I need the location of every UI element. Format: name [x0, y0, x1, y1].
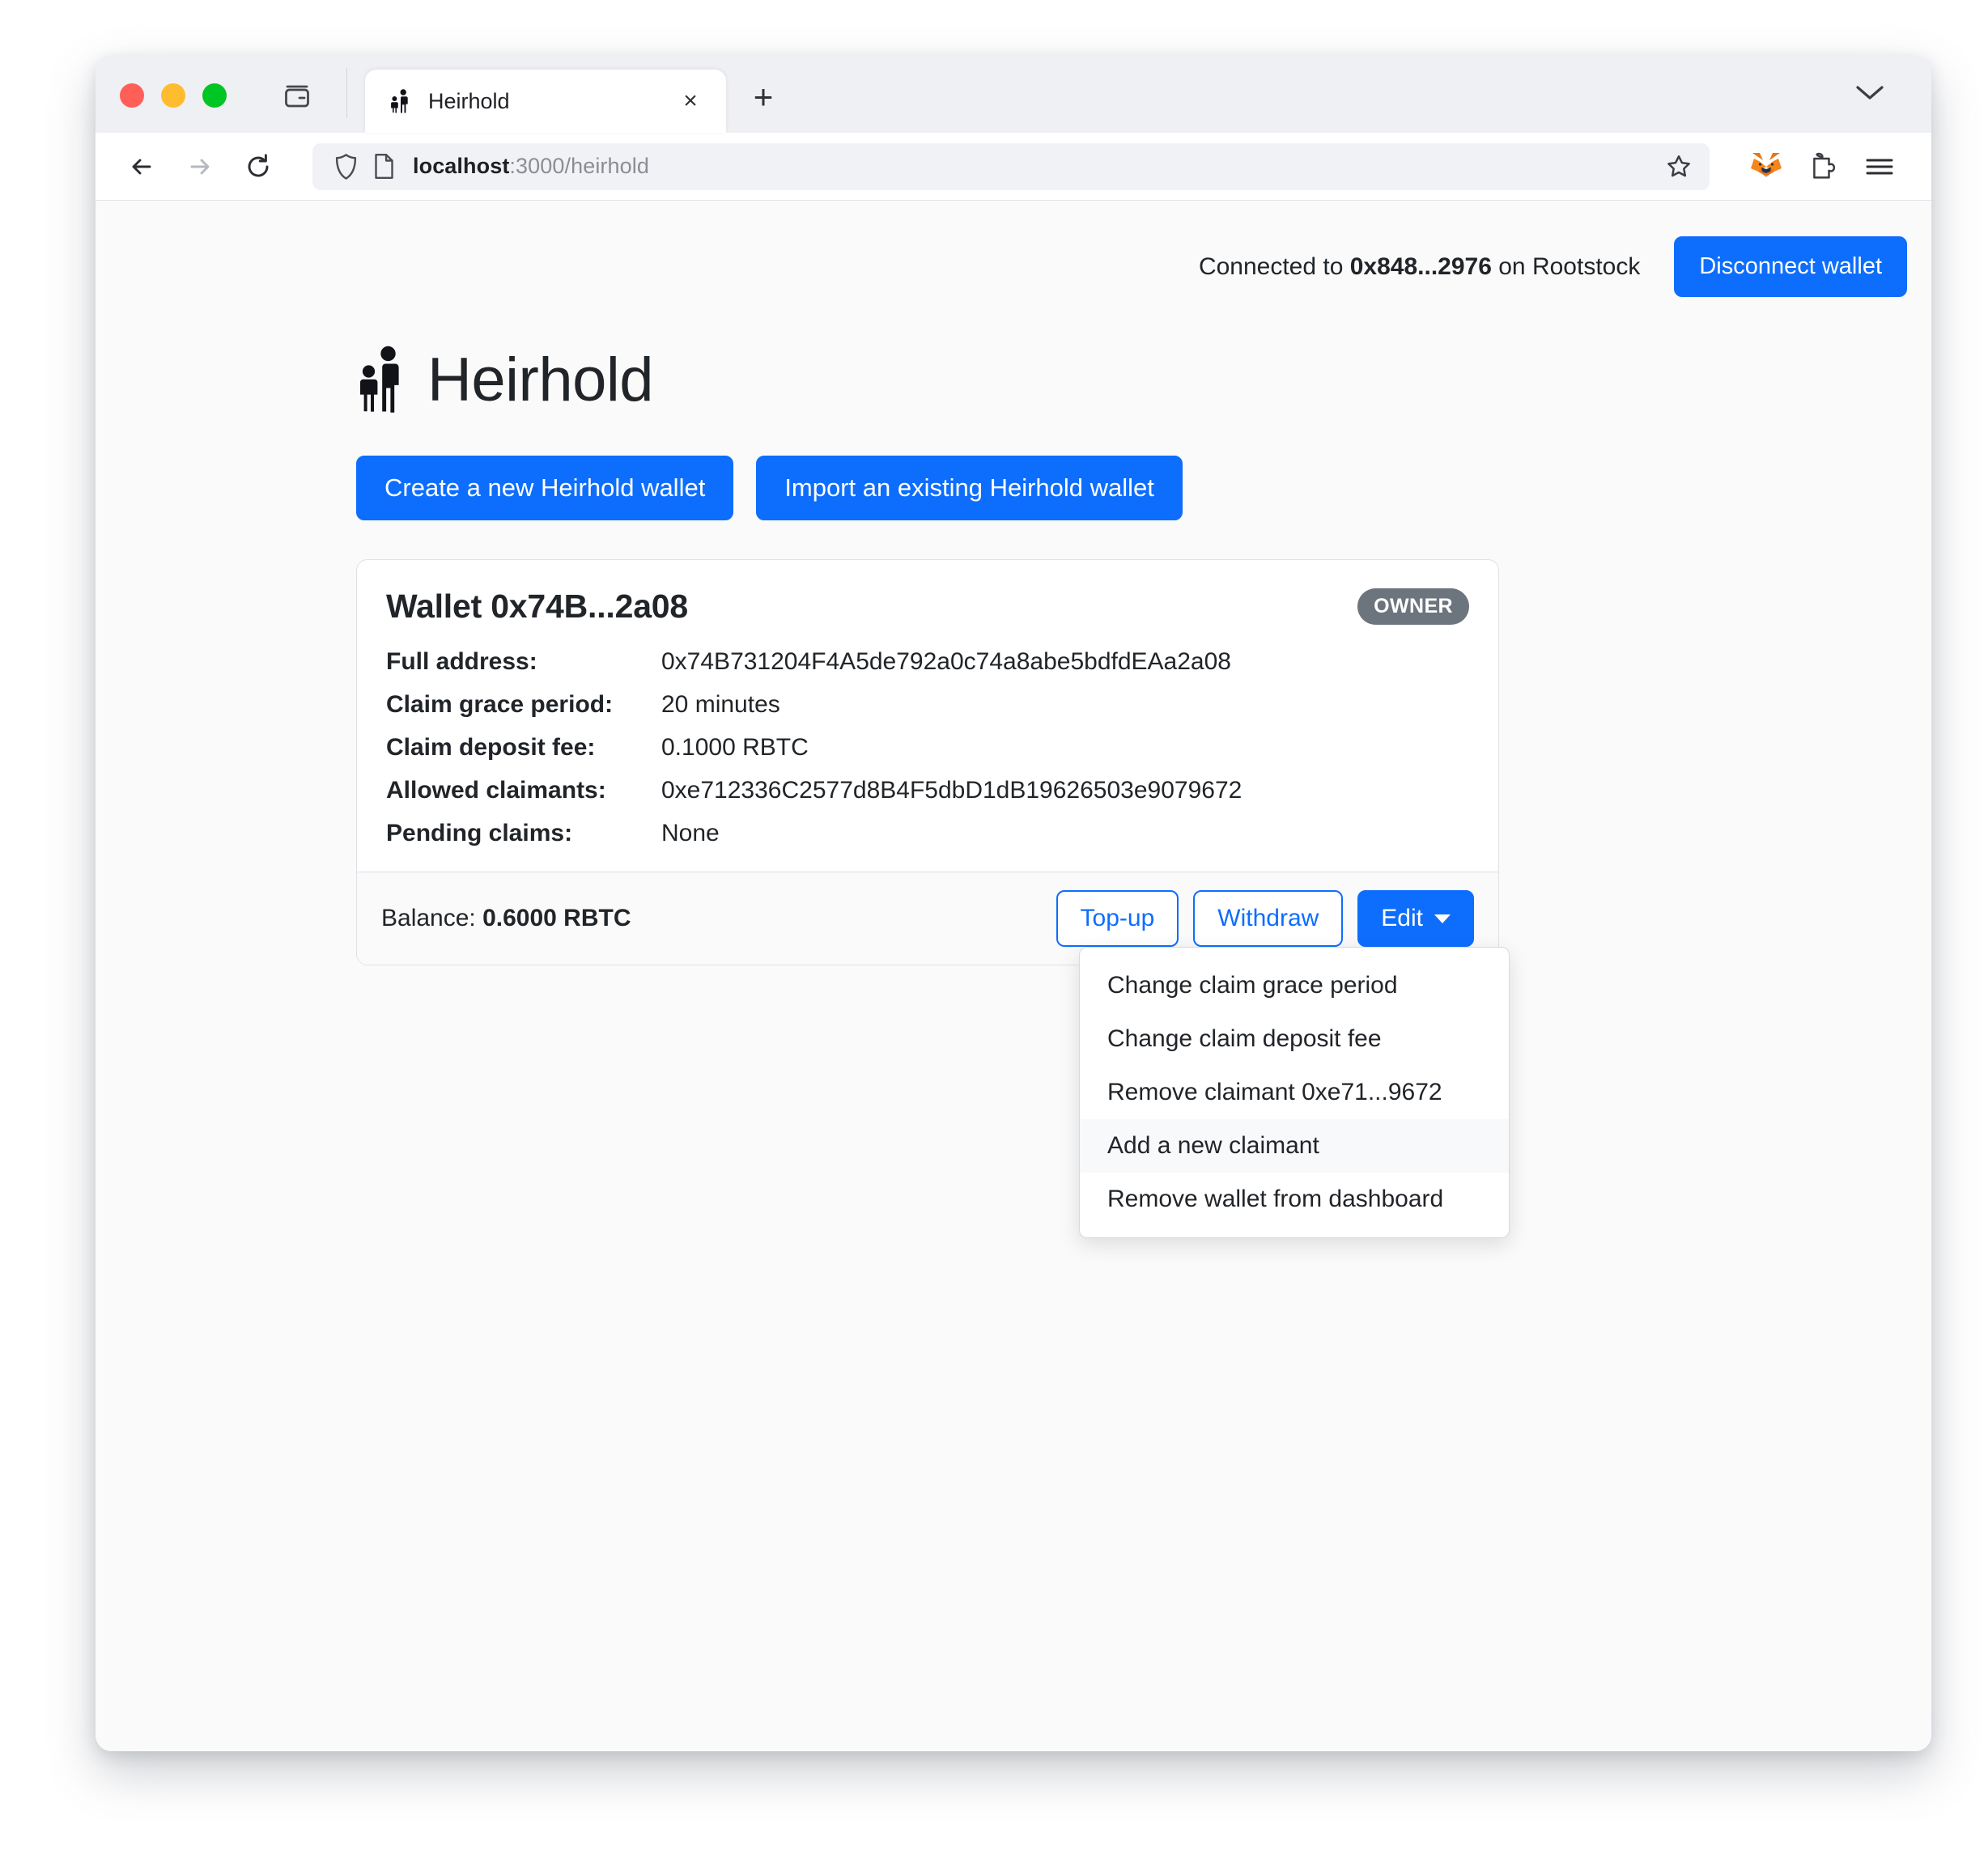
browser-toolbar: localhost:3000/heirhold — [96, 133, 1931, 201]
browser-window: Heirhold × + localhost:3000/heirhold Con… — [96, 55, 1931, 1751]
heirhold-family-logo-icon — [356, 346, 403, 415]
page-document-icon — [373, 153, 395, 180]
page-title: Heirhold — [427, 346, 654, 414]
detail-value: 20 minutes — [661, 691, 780, 718]
edit-dropdown-button[interactable]: Edit — [1357, 890, 1474, 947]
edit-button-label: Edit — [1381, 905, 1423, 931]
back-arrow-icon[interactable] — [120, 145, 164, 189]
wallet-card-title: Wallet 0x74B...2a08 — [386, 588, 689, 625]
window-traffic-lights — [96, 83, 227, 133]
url-bar[interactable]: localhost:3000/heirhold — [312, 142, 1710, 190]
create-wallet-button[interactable]: Create a new Heirhold wallet — [356, 456, 734, 520]
tab-title: Heirhold — [428, 88, 510, 113]
url-text: localhost:3000/heirhold — [413, 154, 1658, 179]
detail-row: Claim deposit fee: 0.1000 RBTC — [386, 734, 1469, 762]
detail-value: 0.1000 RBTC — [661, 734, 809, 761]
detail-label: Allowed claimants: — [386, 777, 606, 804]
caret-down-icon — [1434, 914, 1451, 923]
tab-strip: Heirhold × + — [96, 55, 1931, 133]
menu-item-add-claimant[interactable]: Add a new claimant — [1080, 1119, 1509, 1173]
status-prefix: Connected to — [1198, 252, 1350, 280]
menu-item-remove-wallet[interactable]: Remove wallet from dashboard — [1080, 1173, 1509, 1226]
tab-divider — [346, 68, 347, 118]
wallet-actions-row: Create a new Heirhold wallet Import an e… — [356, 456, 1931, 520]
menu-item-remove-claimant[interactable]: Remove claimant 0xe71...9672 — [1080, 1066, 1509, 1119]
detail-value: 0xe712336C2577d8B4F5dbD1dB19626503e90796… — [661, 777, 1242, 804]
close-tab-button[interactable]: × — [676, 87, 705, 116]
sidebar-toggle-icon[interactable] — [280, 78, 314, 112]
close-window-button[interactable] — [120, 83, 144, 108]
status-suffix: on Rootstock — [1491, 252, 1641, 280]
topup-button[interactable]: Top-up — [1056, 890, 1179, 947]
detail-row: Allowed claimants: 0xe712336C2577d8B4F5d… — [386, 777, 1469, 804]
bookmark-star-icon[interactable] — [1658, 146, 1700, 188]
url-path: :3000/heirhold — [509, 154, 649, 178]
page-content: Heirhold Create a new Heirhold wallet Im… — [96, 297, 1931, 1238]
metamask-fox-icon[interactable] — [1744, 144, 1789, 189]
new-tab-button[interactable]: + — [746, 78, 781, 116]
owner-status-badge: OWNER — [1357, 588, 1469, 625]
edit-dropdown-menu: Change claim grace period Change claim d… — [1079, 947, 1510, 1238]
wallet-card-footer: Balance: 0.6000 RBTC Top-up Withdraw Edi… — [357, 872, 1510, 1238]
puzzle-piece-icon[interactable] — [1800, 144, 1846, 189]
forward-arrow-icon[interactable] — [178, 145, 222, 189]
balance-text: Balance: 0.6000 RBTC — [381, 905, 631, 932]
wallet-card-body: Wallet 0x74B...2a08 OWNER Full address: … — [357, 560, 1498, 872]
detail-label: Full address: — [386, 648, 537, 675]
shield-icon — [333, 153, 359, 180]
detail-row: Pending claims: None — [386, 820, 1469, 847]
wallet-footer-actions: Top-up Withdraw Edit — [1056, 890, 1474, 947]
import-wallet-button[interactable]: Import an existing Heirhold wallet — [756, 456, 1183, 520]
connected-address: 0x848...2976 — [1349, 252, 1492, 280]
wallet-card-header: Wallet 0x74B...2a08 OWNER — [386, 588, 1469, 626]
detail-label: Claim deposit fee: — [386, 734, 596, 761]
disconnect-wallet-button[interactable]: Disconnect wallet — [1674, 236, 1907, 297]
brand-header: Heirhold — [356, 346, 1931, 415]
detail-value: None — [661, 820, 720, 846]
page-viewport: Connected to 0x848...2976 on Rootstock D… — [96, 201, 1931, 1751]
minimize-window-button[interactable] — [161, 83, 185, 108]
reload-icon[interactable] — [236, 145, 280, 189]
wallet-detail-list: Full address: 0x74B731204F4A5de792a0c74a… — [386, 648, 1469, 847]
chevron-down-icon[interactable] — [1852, 74, 1888, 110]
url-host: localhost — [413, 154, 510, 178]
menu-item-change-grace-period[interactable]: Change claim grace period — [1080, 959, 1509, 1012]
detail-label: Pending claims: — [386, 820, 573, 846]
connected-wallet-bar: Connected to 0x848...2976 on Rootstock D… — [96, 201, 1931, 297]
detail-value: 0x74B731204F4A5de792a0c74a8abe5bdfdEAa2a… — [661, 648, 1231, 675]
detail-label: Claim grace period: — [386, 691, 614, 718]
withdraw-button[interactable]: Withdraw — [1193, 890, 1344, 947]
wallet-card: Wallet 0x74B...2a08 OWNER Full address: … — [356, 559, 1510, 1238]
balance-value: 0.6000 RBTC — [482, 905, 631, 931]
browser-tab[interactable]: Heirhold × — [365, 70, 726, 133]
balance-label: Balance: — [381, 905, 483, 931]
menu-item-change-deposit-fee[interactable]: Change claim deposit fee — [1080, 1012, 1509, 1066]
connection-status-text: Connected to 0x848...2976 on Rootstock — [1199, 253, 1640, 281]
detail-row: Claim grace period: 20 minutes — [386, 691, 1469, 719]
heirhold-logo-icon — [389, 89, 410, 113]
maximize-window-button[interactable] — [202, 83, 227, 108]
detail-row: Full address: 0x74B731204F4A5de792a0c74a… — [386, 648, 1469, 676]
hamburger-menu-icon[interactable] — [1857, 144, 1902, 189]
